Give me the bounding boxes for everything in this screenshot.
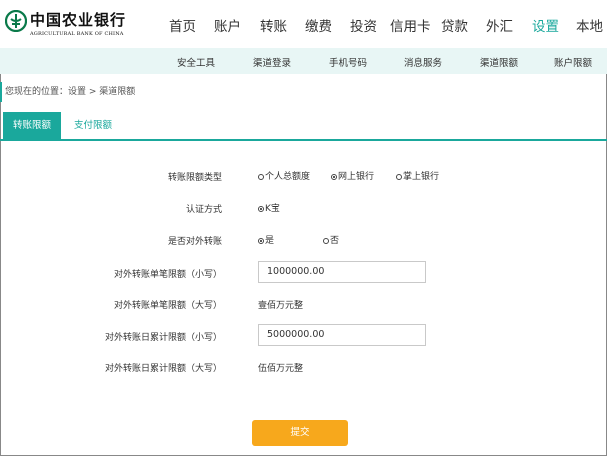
radio-no[interactable]: 否: [323, 233, 339, 246]
tab-bar: 转账限额 支付限额: [0, 112, 607, 141]
nav-item-investment[interactable]: 投资: [350, 15, 377, 35]
radio-dot-icon: [396, 174, 402, 180]
radio-dot-icon: [258, 206, 264, 212]
nav-item-loan[interactable]: 贷款: [441, 15, 468, 35]
nav-item-forex[interactable]: 外汇: [486, 15, 513, 35]
radio-dot-icon: [258, 238, 264, 244]
allow-external-label: 是否对外转账: [167, 237, 222, 247]
radio-personal-total[interactable]: 个人总额度: [258, 169, 310, 182]
subnav-item-channel-login[interactable]: 渠道登录: [253, 55, 291, 69]
radio-dot-icon: [323, 238, 329, 244]
tab-payment-limit[interactable]: 支付限额: [63, 112, 123, 139]
subnav-item-security-tools[interactable]: 安全工具: [177, 55, 215, 69]
sub-nav: 安全工具 渠道登录 手机号码 消息服务 渠道限额 账户限额: [0, 48, 607, 74]
main-nav: 首页 账户 转账 缴费 投资 信用卡 贷款 外汇 设置 本地: [0, 0, 607, 48]
radio-label: 个人总额度: [265, 172, 311, 182]
single-limit-big-label: 对外转账单笔限额（大写）: [113, 301, 222, 311]
radio-dot-icon: [258, 174, 264, 180]
radio-label: 掌上银行: [403, 172, 440, 182]
limit-type-label: 转账限额类型: [167, 173, 222, 183]
tab-transfer-limit[interactable]: 转账限额: [3, 112, 61, 139]
nav-item-local[interactable]: 本地: [576, 15, 603, 35]
header: 中国农业银行 AGRICULTURAL BANK OF CHINA 首页 账户 …: [0, 0, 607, 48]
daily-limit-big-label: 对外转账日累计限额（大写）: [104, 364, 222, 374]
radio-label: 网上银行: [338, 172, 375, 182]
nav-item-settings[interactable]: 设置: [532, 15, 559, 35]
subnav-item-message-service[interactable]: 消息服务: [404, 55, 442, 69]
daily-limit-small-label: 对外转账日累计限额（小写）: [104, 333, 222, 343]
auth-method-label: 认证方式: [185, 205, 222, 215]
daily-limit-small-input[interactable]: 5000000.00: [258, 324, 426, 346]
nav-item-transfer[interactable]: 转账: [260, 15, 287, 35]
nav-item-home[interactable]: 首页: [169, 15, 196, 35]
radio-label: 是: [265, 236, 275, 246]
subnav-item-phone-number[interactable]: 手机号码: [329, 55, 367, 69]
radio-mobile-banking[interactable]: 掌上银行: [396, 169, 439, 182]
nav-item-credit-card[interactable]: 信用卡: [390, 15, 431, 35]
nav-item-payment[interactable]: 缴费: [305, 15, 332, 35]
radio-k-bao[interactable]: K宝: [258, 201, 280, 214]
radio-dot-icon: [331, 174, 337, 180]
radio-yes[interactable]: 是: [258, 233, 274, 246]
radio-online-banking[interactable]: 网上银行: [331, 169, 374, 182]
radio-label: 否: [330, 236, 340, 246]
breadcrumb: 您现在的位置：设置 > 渠道限额: [0, 82, 135, 102]
nav-item-account[interactable]: 账户: [214, 15, 241, 35]
submit-button[interactable]: 提交: [252, 420, 348, 446]
single-limit-big-value: 壹佰万元整: [258, 301, 304, 311]
single-limit-small-input[interactable]: 1000000.00: [258, 261, 426, 283]
daily-limit-big-value: 伍佰万元整: [258, 364, 304, 374]
subnav-item-channel-limit[interactable]: 渠道限额: [480, 55, 518, 69]
radio-label: K宝: [265, 204, 280, 214]
subnav-item-account-limit[interactable]: 账户限额: [554, 55, 592, 69]
single-limit-small-label: 对外转账单笔限额（小写）: [113, 270, 222, 280]
